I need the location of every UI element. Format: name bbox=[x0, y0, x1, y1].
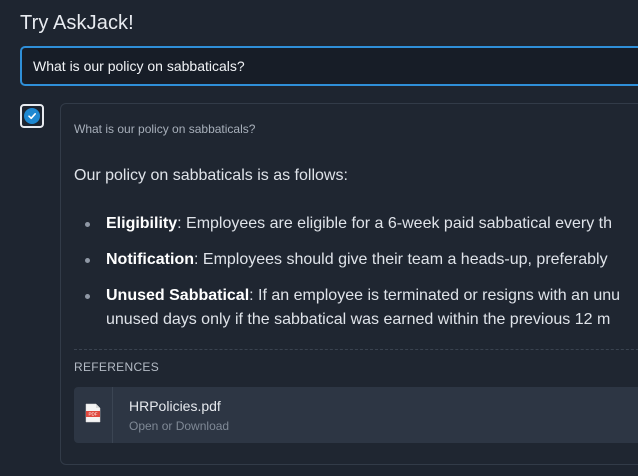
bullet-text-continuation: unused days only if the sabbatical was e… bbox=[106, 311, 611, 328]
answer-intro: Our policy on sabbaticals is as follows: bbox=[74, 167, 348, 184]
askjack-page: Try AskJack! What is our policy on sabba… bbox=[0, 0, 638, 476]
answer-question: What is our policy on sabbaticals? bbox=[74, 122, 256, 136]
reference-actions: Open or Download bbox=[129, 419, 229, 433]
checkmark-icon bbox=[24, 108, 40, 124]
question-input[interactable] bbox=[33, 58, 638, 74]
open-link[interactable]: Open bbox=[129, 419, 158, 433]
bullet-icon bbox=[85, 294, 90, 299]
references-heading: REFERENCES bbox=[74, 360, 160, 374]
bullet-text: : Employees should give their team a hea… bbox=[194, 251, 608, 268]
list-item: Notification: Employees should give thei… bbox=[74, 248, 638, 272]
bullet-text: : Employees are eligible for a 6-week pa… bbox=[177, 215, 613, 232]
page-title: Try AskJack! bbox=[20, 12, 134, 34]
reference-icon-cell: PDF bbox=[74, 387, 113, 443]
or-text: or bbox=[161, 418, 173, 433]
bullet-text: : If an employee is terminated or resign… bbox=[249, 287, 621, 304]
bullet-term: Eligibility bbox=[106, 215, 178, 232]
pdf-file-icon: PDF bbox=[84, 403, 102, 428]
answer-bullet-list: Eligibility: Employees are eligible for … bbox=[74, 212, 638, 332]
svg-text:PDF: PDF bbox=[89, 411, 98, 416]
bullet-icon bbox=[85, 222, 90, 227]
divider bbox=[74, 349, 638, 350]
list-item: Eligibility: Employees are eligible for … bbox=[74, 212, 638, 236]
reference-text: HRPolicies.pdf Open or Download bbox=[113, 387, 229, 443]
download-link[interactable]: Download bbox=[176, 419, 229, 433]
answer-card: What is our policy on sabbaticals? Our p… bbox=[60, 103, 638, 465]
bullet-term: Unused Sabbatical bbox=[106, 287, 250, 304]
bullet-icon bbox=[85, 258, 90, 263]
question-input-box[interactable] bbox=[20, 46, 638, 86]
reference-filename[interactable]: HRPolicies.pdf bbox=[129, 398, 229, 414]
list-item: Unused Sabbatical: If an employee is ter… bbox=[74, 284, 638, 332]
answer-checkbox[interactable] bbox=[20, 104, 44, 128]
reference-item[interactable]: PDF HRPolicies.pdf Open or Download bbox=[74, 387, 638, 443]
bullet-term: Notification bbox=[106, 251, 194, 268]
